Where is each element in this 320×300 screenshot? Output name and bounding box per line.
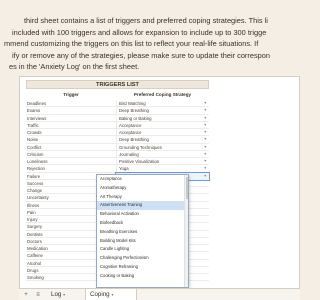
- table-row: Loneliness Positive Visualization ▼: [26, 158, 209, 166]
- coping-strategy-cell[interactable]: Grounding Techniques ▼: [116, 143, 209, 151]
- dropdown-arrow-icon[interactable]: ▼: [204, 173, 207, 180]
- coping-strategy-cell[interactable]: Journaling ▼: [116, 150, 209, 158]
- table-row: Rejection Yoga ▼: [26, 165, 209, 173]
- instructions-line: es in the 'Anxiety Log' on the first she…: [9, 62, 140, 72]
- table-row: Deadlines Bird Watching ▼: [26, 100, 209, 108]
- coping-strategy-cell[interactable]: Bird Watching ▼: [116, 100, 209, 107]
- table-row: Criticism Journaling ▼: [26, 150, 209, 158]
- dropdown-option[interactable]: Cognitive Reframing: [97, 263, 188, 272]
- table-row: Crowds Acceptance ▼: [26, 129, 209, 137]
- trigger-column-header: Trigger: [63, 92, 79, 97]
- coping-strategy-cell[interactable]: Acceptance ▼: [116, 121, 209, 129]
- dropdown-arrow-icon[interactable]: ▼: [204, 158, 207, 165]
- dropdown-option[interactable]: Breathing Exercises: [97, 228, 188, 237]
- dropdown-option[interactable]: Aromatherapy: [97, 184, 188, 193]
- dropdown-option[interactable]: Art Therapy: [97, 193, 188, 202]
- trigger-cell[interactable]: Interviews: [26, 115, 116, 122]
- coping-strategy-cell[interactable]: Yoga ▼: [116, 165, 209, 173]
- triggers-list-title: TRIGGERS LIST: [26, 80, 209, 89]
- coping-strategy-dropdown[interactable]: Acceptance Aromatherapy Art Therapy Asserti…: [96, 174, 189, 288]
- coping-strategy-value: Deep Breathing: [119, 137, 149, 143]
- all-sheets-menu-button[interactable]: ≡: [33, 290, 43, 300]
- instructions-line: included with 100 triggers and allows fo…: [12, 27, 267, 37]
- dropdown-arrow-icon[interactable]: ▼: [204, 151, 207, 158]
- dropdown-arrow-icon[interactable]: ▼: [204, 107, 207, 114]
- trigger-cell[interactable]: Loneliness: [26, 158, 116, 165]
- chevron-down-icon: ▾: [111, 292, 114, 297]
- trigger-cell[interactable]: Conflict: [26, 144, 116, 151]
- dropdown-arrow-icon[interactable]: ▼: [204, 129, 207, 136]
- dropdown-arrow-icon[interactable]: ▼: [204, 165, 207, 172]
- dropdown-option[interactable]: Assertiveness Training: [97, 201, 188, 211]
- coping-strategy-value: Acceptance: [119, 130, 142, 135]
- coping-strategy-value: Acceptance: [119, 122, 142, 128]
- coping-strategy-cell[interactable]: Deep Breathing ▼: [116, 136, 209, 144]
- dropdown-arrow-icon[interactable]: ▼: [204, 136, 207, 143]
- dropdown-option[interactable]: Building Model Kits: [97, 237, 188, 246]
- coping-strategy-value: Positive Visualization: [119, 159, 160, 164]
- coping-strategy-cell[interactable]: Baking or Baking ▼: [116, 114, 209, 122]
- dropdown-arrow-icon[interactable]: ▼: [204, 144, 207, 151]
- trigger-cell[interactable]: Deadlines: [26, 100, 116, 107]
- coping-strategy-value: Journaling: [119, 151, 139, 157]
- table-row: Exams Deep Breathing ▼: [26, 107, 209, 115]
- coping-strategy-value: Yoga: [119, 166, 129, 172]
- dropdown-arrow-icon[interactable]: ▼: [204, 100, 207, 107]
- trigger-cell[interactable]: Criticism: [26, 151, 116, 158]
- coping-strategy-value: Bird Watching: [119, 101, 146, 106]
- instructions-line: third sheet contains a list of triggers …: [24, 16, 268, 25]
- table-row: Noise Deep Breathing ▼: [26, 136, 209, 144]
- coping-strategy-value: Deep Breathing: [119, 108, 149, 114]
- instructions-line: mmend customizing the triggers on this l…: [4, 39, 259, 49]
- trigger-cell[interactable]: Crowds: [26, 129, 116, 136]
- dropdown-option[interactable]: Cooking or Baking: [97, 272, 188, 281]
- dropdown-arrow-icon[interactable]: ▼: [204, 122, 207, 129]
- coping-strategy-value: Baking or Baking: [119, 115, 152, 121]
- trigger-cell[interactable]: Rejection: [26, 165, 116, 172]
- trigger-cell[interactable]: Noise: [26, 136, 116, 143]
- sheet-tab-bar: + ≡ Log ▾ Coping ▾: [19, 288, 300, 300]
- table-row: Conflict Grounding Techniques ▼: [26, 143, 209, 151]
- dropdown-option[interactable]: Behavioral Activation: [97, 210, 188, 219]
- table-row: Interviews Baking or Baking ▼: [26, 114, 209, 122]
- dropdown-scrollbar[interactable]: [184, 175, 188, 287]
- coping-strategy-cell[interactable]: Acceptance ▼: [116, 129, 209, 136]
- dropdown-arrow-icon[interactable]: ▼: [204, 115, 207, 122]
- column-header-row: Trigger Preferred Coping Strategy: [26, 90, 209, 99]
- dropdown-scroll-thumb[interactable]: [185, 177, 188, 199]
- tab-log[interactable]: Log ▾: [47, 289, 83, 300]
- tab-coping[interactable]: Coping ▾: [85, 289, 137, 300]
- tab-label: Log: [51, 291, 62, 298]
- trigger-cell[interactable]: Exams: [26, 107, 116, 114]
- table-row: Traffic Acceptance ▼: [26, 121, 209, 129]
- dropdown-option[interactable]: Challenging Perfectionism: [97, 254, 188, 263]
- tab-label: Coping: [90, 291, 110, 298]
- coping-column-header: Preferred Coping Strategy: [133, 92, 192, 97]
- coping-strategy-value: Grounding Techniques: [119, 144, 162, 150]
- instructions-line: ify or remove any of the strategies, ple…: [12, 50, 270, 60]
- coping-strategy-cell[interactable]: Deep Breathing ▼: [116, 107, 209, 115]
- add-sheet-button[interactable]: +: [21, 290, 31, 300]
- dropdown-option[interactable]: Acceptance: [97, 175, 188, 184]
- chevron-down-icon: ▾: [63, 292, 66, 297]
- trigger-cell[interactable]: Traffic: [26, 122, 116, 129]
- dropdown-option[interactable]: Biofeedback: [97, 219, 188, 228]
- instructions-text: third sheet contains a list of triggers …: [0, 0, 300, 73]
- dropdown-option[interactable]: Candle Lighting: [97, 245, 188, 254]
- coping-strategy-cell[interactable]: Positive Visualization ▼: [116, 158, 209, 165]
